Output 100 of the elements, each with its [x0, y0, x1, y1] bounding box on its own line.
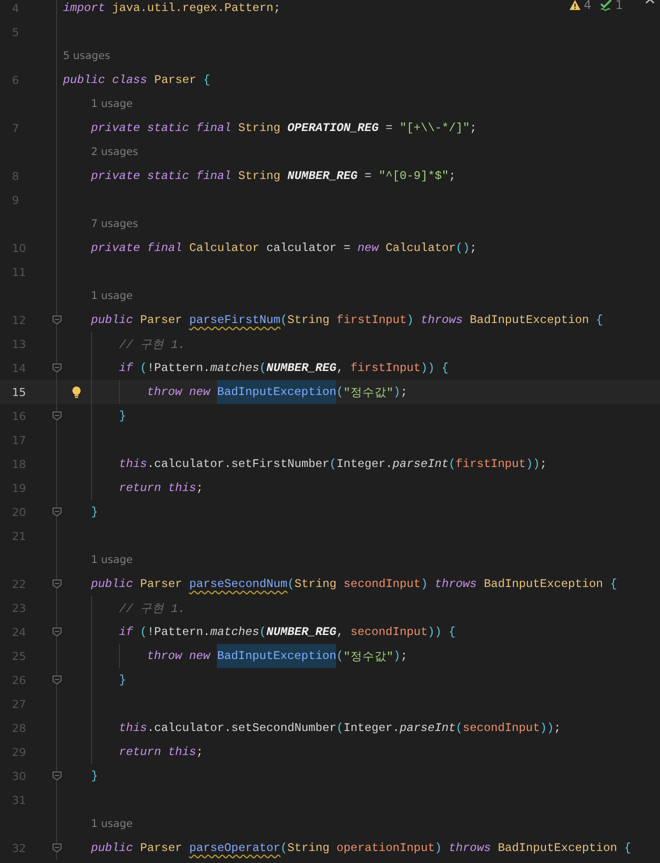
type-name: Parser	[140, 577, 184, 591]
type-name: BadInputException	[498, 841, 618, 855]
code-text: ;	[554, 721, 561, 735]
constant: NUMBER_REG	[287, 169, 358, 183]
fold-icon[interactable]	[52, 627, 62, 637]
type-name: BadInputException	[484, 577, 604, 591]
bracket: ))	[526, 457, 540, 471]
usages-hint[interactable]: 1 usage	[91, 98, 133, 110]
bracket: (	[336, 385, 344, 399]
bracket: }	[119, 673, 126, 687]
bracket: {	[624, 841, 632, 855]
code-comment: // 구현 1.	[119, 600, 186, 616]
fold-icon[interactable]	[52, 411, 62, 421]
keyword: private static final	[91, 121, 232, 135]
keyword: public	[91, 577, 134, 591]
fold-icon[interactable]	[52, 315, 62, 325]
keyword: throw new	[147, 385, 212, 399]
fold-icon[interactable]	[52, 843, 62, 853]
bracket: ))	[540, 721, 554, 735]
usages-hint[interactable]: 1 usage	[91, 818, 133, 830]
usages-hint[interactable]: 1 usage	[91, 554, 133, 566]
type-name: Parser	[140, 313, 184, 327]
string-literal: "[+\\-*/]"	[400, 121, 470, 135]
keyword: throws	[434, 577, 478, 591]
usages-hint[interactable]: 7 usages	[91, 218, 138, 230]
bracket: )	[406, 313, 414, 327]
type-name: String	[287, 841, 331, 855]
bracket: (	[456, 721, 463, 735]
bracket: )	[420, 577, 428, 591]
keyword: if	[119, 625, 134, 639]
code-text: ;	[400, 649, 408, 663]
fold-icon[interactable]	[52, 363, 62, 373]
keyword: throw new	[147, 649, 212, 663]
type-name: String	[238, 121, 282, 135]
parameter: firstInput	[336, 313, 407, 327]
bracket: (	[140, 625, 148, 639]
bracket: (	[329, 457, 336, 471]
usages-hint[interactable]: 5 usages	[63, 50, 110, 62]
bracket: (	[287, 577, 294, 591]
code-text: .calculator.setSecondNumber	[147, 721, 336, 735]
bracket: }	[119, 409, 126, 423]
bracket: {	[610, 577, 618, 591]
keyword: private final	[91, 241, 184, 255]
bracket: }	[91, 769, 98, 783]
usages-hint[interactable]: 2 usages	[91, 146, 138, 158]
bracket: )	[393, 649, 400, 663]
bracket: )	[434, 841, 442, 855]
keyword: public class	[63, 73, 148, 87]
code-text: =	[384, 121, 394, 135]
keyword: if	[119, 361, 134, 375]
type-name: BadInputException	[470, 313, 590, 327]
keyword: return this	[119, 745, 196, 759]
code-text: ;	[470, 241, 477, 255]
code-text: Integer.	[336, 457, 393, 471]
fold-icon[interactable]	[52, 579, 62, 589]
inspection-count: 4	[584, 0, 592, 12]
code-editor[interactable]	[0, 0, 660, 863]
code-text: Integer.	[343, 721, 400, 735]
code-text: ,	[336, 361, 344, 375]
keyword: this	[119, 721, 148, 735]
warning-icon[interactable]	[568, 0, 581, 11]
bracket: }	[91, 505, 98, 519]
type-name: String	[294, 577, 338, 591]
type-name: String	[287, 313, 331, 327]
keyword: throws	[448, 841, 492, 855]
keyword: new	[358, 241, 380, 255]
bracket: {	[596, 313, 604, 327]
code-text: !Pattern.	[147, 625, 210, 639]
bracket: {	[203, 73, 210, 87]
code-text: calculator =	[266, 241, 352, 255]
highlighted-type-name: BadInputException	[217, 644, 336, 668]
parameter: firstInput	[456, 457, 526, 471]
usages-hint[interactable]: 1 usage	[91, 290, 133, 302]
keyword: this	[119, 457, 148, 471]
fold-icon[interactable]	[52, 771, 62, 781]
keyword: public	[91, 313, 134, 327]
fold-icon[interactable]	[52, 507, 62, 517]
string-literal: "정수값"	[343, 384, 394, 400]
type-name: String	[238, 169, 282, 183]
method-call: matches	[210, 361, 260, 375]
keyword: public	[91, 841, 134, 855]
code-text: ;	[540, 457, 547, 471]
keyword: import	[63, 1, 106, 15]
code-text: =	[364, 169, 373, 183]
parameter: secondInput	[350, 625, 428, 639]
parameter: secondInput	[344, 577, 421, 591]
bracket: )) {	[428, 625, 456, 639]
check-icon[interactable]	[600, 0, 612, 11]
lightbulb-icon[interactable]	[71, 386, 82, 398]
string-literal: "^[0-9]*$"	[378, 169, 449, 183]
code-text: ;	[448, 169, 456, 183]
code-text: ;	[196, 481, 204, 495]
fold-icon[interactable]	[52, 675, 62, 685]
bracket: (	[259, 625, 266, 639]
bracket: (	[140, 361, 148, 375]
string-literal: "정수값"	[343, 648, 394, 664]
code-comment: // 구현 1.	[119, 336, 186, 352]
method-name: parseSecondNum	[189, 577, 288, 591]
parameter: secondInput	[462, 721, 540, 735]
line-number: 15	[12, 386, 26, 398]
